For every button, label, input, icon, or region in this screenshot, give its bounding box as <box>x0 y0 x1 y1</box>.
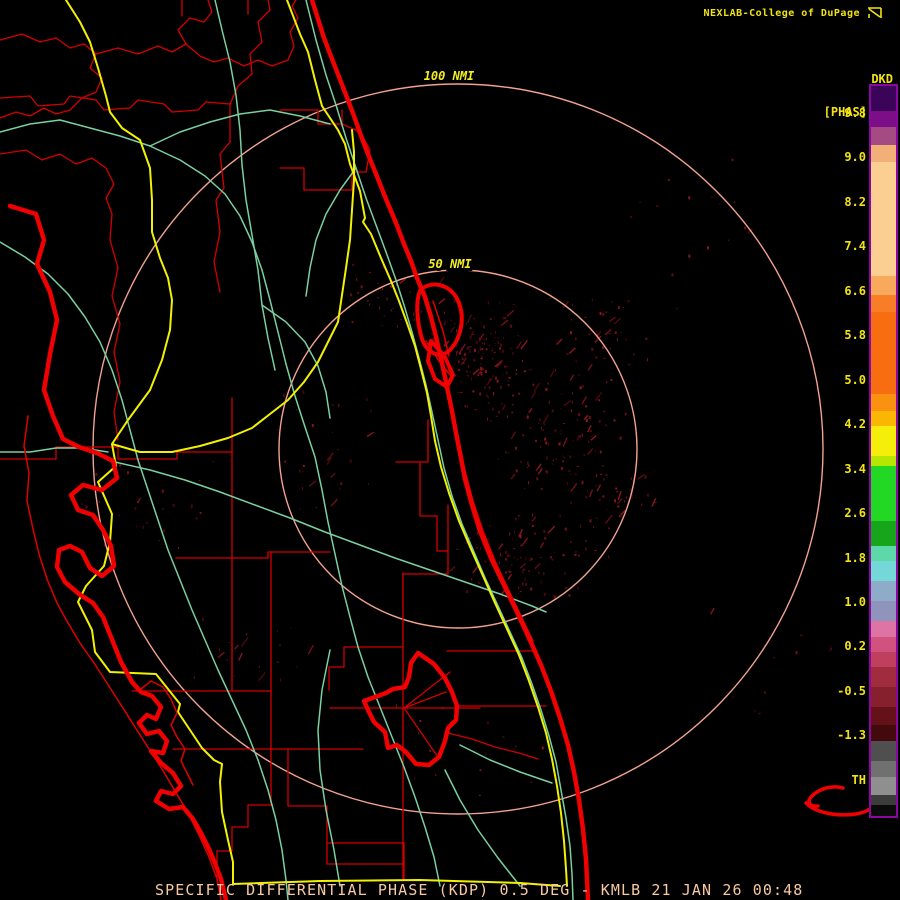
colorbar-segment <box>871 312 896 394</box>
colorbar-segment <box>871 145 896 162</box>
colorbar-tick-label: -0.5 <box>837 684 866 698</box>
colorbar-tick-label: 8.2 <box>844 195 866 209</box>
colorbar-tick-label: 4.2 <box>844 417 866 431</box>
cod-flag-icon <box>868 7 882 18</box>
colorbar-segment <box>871 162 896 276</box>
colorbar-segment <box>871 426 896 456</box>
colorbar-segment <box>871 687 896 707</box>
colorbar-tick-label: 7.4 <box>844 239 866 253</box>
colorbar-tick-label: -1.3 <box>837 728 866 742</box>
colorbar-segment <box>871 394 896 411</box>
radar-map-canvas: 50 NMI 100 NMI <box>0 0 883 900</box>
colorbar-tick-label: 1.0 <box>844 595 866 609</box>
colorbar-tick-label: 6.6 <box>844 284 866 298</box>
colorbar-segment <box>871 777 896 795</box>
colorbar-segment <box>871 561 896 581</box>
colorbar-segment <box>871 86 896 111</box>
colorbar-segment <box>871 667 896 687</box>
colorbar-segment <box>871 707 896 725</box>
colorbar-segment <box>871 127 896 145</box>
colorbar-segment <box>871 466 896 521</box>
colorbar-segment <box>871 411 896 426</box>
colorbar-segment <box>871 652 896 667</box>
colorbar-tick-label: 2.6 <box>844 506 866 520</box>
range-ring-label: 100 NMI <box>424 69 475 83</box>
colorbar-segment <box>871 741 896 761</box>
colorbar-segment <box>871 111 896 127</box>
product-caption: SPECIFIC DIFFERENTIAL PHASE (KDP) 0.5 DE… <box>155 881 804 899</box>
colorbar-tick-label: 3.4 <box>844 462 866 476</box>
colorbar-tick-label: 5.0 <box>844 373 866 387</box>
colorbar-segment <box>871 795 896 805</box>
colorbar-segment <box>871 456 896 466</box>
map-layer-roads-primary <box>65 0 568 887</box>
colorbar-segment <box>871 546 896 561</box>
map-layer-coastline-west <box>7 203 229 900</box>
range-ring-label: 50 NMI <box>428 257 472 271</box>
colorbar-segment <box>871 725 896 741</box>
colorbar-segment <box>871 581 896 601</box>
colorbar-segment <box>871 521 896 546</box>
colorbar-segment <box>871 276 896 295</box>
colorbar-tick-label: 5.8 <box>844 328 866 342</box>
colorbar-tick-label: TH <box>851 773 866 787</box>
attribution-text: NEXLAB-College of DuPage <box>703 7 860 19</box>
colorbar-tick-label: 9.0 <box>844 150 866 164</box>
colorbar-segment <box>871 601 896 621</box>
colorbar <box>869 84 898 818</box>
map-layer-coastline-inner-detail <box>23 300 534 900</box>
site-attribution: NEXLAB-College of DuPage <box>704 6 885 20</box>
colorbar-segment <box>871 805 896 816</box>
colorbar-segment <box>871 621 896 637</box>
colorbar-segment <box>871 637 896 652</box>
colorbar-segment <box>871 761 896 777</box>
radar-display: 50 NMI 100 NMI NEXLAB-College of DuPage D… <box>0 0 900 900</box>
colorbar-tick-label: 0.2 <box>844 639 866 653</box>
colorbar-tick-label: 9.8 <box>844 106 866 120</box>
colorbar-tick-label: 1.8 <box>844 551 866 565</box>
colorbar-segment <box>871 295 896 312</box>
